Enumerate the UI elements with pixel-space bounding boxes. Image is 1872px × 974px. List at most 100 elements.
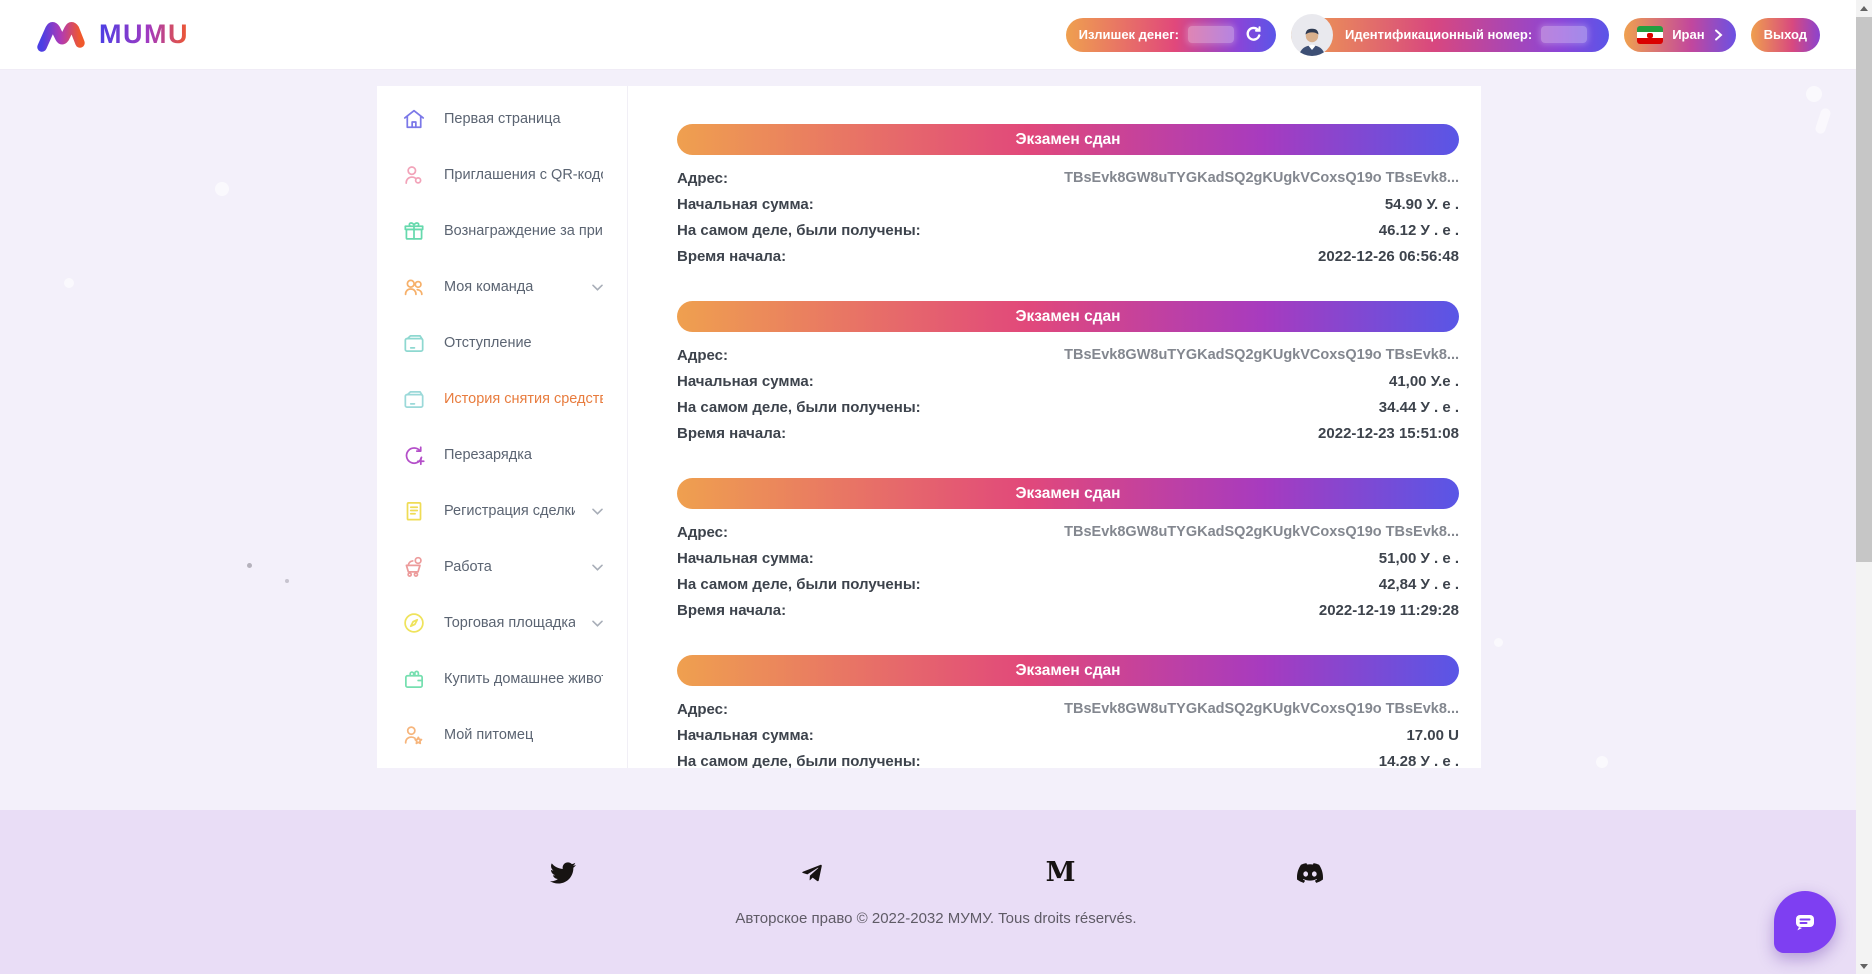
excess-money-value-blurred <box>1188 26 1234 43</box>
speck-dot <box>247 563 252 568</box>
sidebar-item-qr-invitations[interactable]: Приглашения с QR-кодом <box>377 147 627 203</box>
start-time-label: Время начала: <box>677 425 786 442</box>
sidebar-item-work[interactable]: Работа <box>377 539 627 595</box>
mining-cart-icon <box>400 554 427 581</box>
snow-dot <box>1596 756 1608 768</box>
excess-money-label: Излишек денег: <box>1079 27 1179 42</box>
withdrawal-record-card: Экзамен сдан Адрес: TBsEvk8GW8uTYGKadSQ2g… <box>677 478 1459 623</box>
start-time-label: Время начала: <box>677 602 786 619</box>
address-value: TBsEvk8GW8uTYGKadSQ2gKUgkVCoxsQ19o TBsEv… <box>1064 524 1459 540</box>
received-value: 46.12 У . е . <box>1379 222 1459 239</box>
team-icon <box>400 274 427 301</box>
received-label: На самом деле, были получены: <box>677 753 921 769</box>
received-label: На самом деле, были получены: <box>677 399 921 416</box>
recharge-icon <box>400 442 427 469</box>
footer: M Авторское право © 2022-2032 МУМУ. Tous… <box>0 810 1872 974</box>
sidebar-item-buy-pet[interactable]: Купить домашнее животное <box>377 651 627 707</box>
vertical-scrollbar[interactable] <box>1856 0 1872 974</box>
sidebar-item-label: Первая страница <box>444 111 603 127</box>
marketplace-compass-icon <box>400 610 427 637</box>
received-value: 34.44 У . е . <box>1379 399 1459 416</box>
excess-money-pill[interactable]: Излишек денег: <box>1066 18 1276 52</box>
sidebar-item-home[interactable]: Первая страница <box>377 91 627 147</box>
start-time-value: 2022-12-26 06:56:48 <box>1318 248 1459 265</box>
discord-icon[interactable] <box>1297 860 1323 886</box>
medium-glyph: M <box>1046 860 1076 886</box>
sidebar-item-label: Работа <box>444 559 575 575</box>
sidebar-item-label: Вознаграждение за приглаше <box>444 223 603 239</box>
sidebar-item-label: Мой питомец <box>444 727 603 743</box>
initial-amount-value: 54.90 У. е . <box>1385 196 1459 213</box>
address-label: Адрес: <box>677 170 728 187</box>
sidebar-item-label: Отступление <box>444 335 603 351</box>
snow-dot <box>64 278 74 288</box>
snow-dot <box>1494 638 1503 647</box>
medium-icon[interactable]: M <box>1048 860 1074 886</box>
status-banner: Экзамен сдан <box>677 655 1459 686</box>
sidebar: Первая страница Приглашения с QR-кодом В… <box>377 86 628 768</box>
my-pet-icon <box>400 722 427 749</box>
snow-dot <box>1806 86 1822 102</box>
sidebar-item-my-team[interactable]: Моя команда <box>377 259 627 315</box>
chevron-down-icon <box>592 284 603 291</box>
social-links: M <box>0 810 1872 886</box>
chevron-down-icon <box>592 620 603 627</box>
refresh-icon[interactable] <box>1244 25 1263 44</box>
received-value: 14.28 У . е . <box>1379 753 1459 769</box>
chat-bubble-icon <box>1790 908 1820 936</box>
chevron-right-icon <box>1714 29 1723 41</box>
snow-dot <box>215 182 229 196</box>
scroll-down-arrow[interactable] <box>1856 958 1872 974</box>
speck-dot <box>285 579 289 583</box>
top-bar: MUMU Излишек денег: Идентифи <box>0 0 1872 70</box>
sidebar-item-deal-registration[interactable]: Регистрация сделки <box>377 483 627 539</box>
initial-amount-value: 41,00 У.е . <box>1389 373 1459 390</box>
withdrawal-record-card: Экзамен сдан Адрес: TBsEvk8GW8uTYGKadSQ2g… <box>677 124 1459 269</box>
logo-wordmark: MUMU <box>99 19 189 50</box>
user-avatar <box>1291 14 1333 56</box>
snow-shape <box>1814 107 1832 135</box>
sidebar-item-label: История снятия средств <box>444 391 603 407</box>
telegram-icon[interactable] <box>799 860 825 886</box>
sidebar-item-recharge[interactable]: Перезарядка <box>377 427 627 483</box>
twitter-icon[interactable] <box>550 860 576 886</box>
main-panel: Первая страница Приглашения с QR-кодом В… <box>377 86 1481 768</box>
country-pill[interactable]: Иран <box>1624 18 1735 52</box>
sidebar-item-my-pet[interactable]: Мой питомец <box>377 707 627 763</box>
initial-amount-label: Начальная сумма: <box>677 550 814 567</box>
status-banner: Экзамен сдан <box>677 478 1459 509</box>
header-actions: Излишек денег: Идентификационный номер: <box>1066 18 1820 52</box>
withdrawal-history-list: Экзамен сдан Адрес: TBsEvk8GW8uTYGKadSQ2g… <box>629 86 1481 768</box>
initial-amount-value: 17.00 U <box>1406 727 1459 744</box>
sidebar-item-invite-reward[interactable]: Вознаграждение за приглаше <box>377 203 627 259</box>
gift-icon <box>400 218 427 245</box>
identification-number-label: Идентификационный номер: <box>1345 27 1532 42</box>
address-value: TBsEvk8GW8uTYGKadSQ2gKUgkVCoxsQ19o TBsEv… <box>1064 170 1459 186</box>
scroll-up-arrow[interactable] <box>1856 0 1872 16</box>
sidebar-item-label: Моя команда <box>444 279 575 295</box>
address-value: TBsEvk8GW8uTYGKadSQ2gKUgkVCoxsQ19o TBsEv… <box>1064 701 1459 717</box>
start-time-value: 2022-12-19 11:29:28 <box>1319 602 1459 619</box>
address-label: Адрес: <box>677 524 728 541</box>
withdrawal-record-card: Экзамен сдан Адрес:TBsEvk8GW8uTYGKadSQ2g… <box>677 301 1459 446</box>
chevron-down-icon <box>592 564 603 571</box>
received-label: На самом деле, были получены: <box>677 222 921 239</box>
scrollbar-thumb[interactable] <box>1856 17 1872 562</box>
status-banner: Экзамен сдан <box>677 301 1459 332</box>
sidebar-item-withdrawal[interactable]: Отступление <box>377 315 627 371</box>
logout-button[interactable]: Выход <box>1751 18 1820 52</box>
withdrawal-record-card: Экзамен сдан Адрес:TBsEvk8GW8uTYGKadSQ2g… <box>677 655 1459 768</box>
initial-amount-label: Начальная сумма: <box>677 373 814 390</box>
sidebar-item-withdrawal-history[interactable]: История снятия средств <box>377 371 627 427</box>
address-value: TBsEvk8GW8uTYGKadSQ2gKUgkVCoxsQ19o TBsEv… <box>1064 347 1459 363</box>
initial-amount-label: Начальная сумма: <box>677 727 814 744</box>
withdraw-history-icon <box>400 386 427 413</box>
mumu-logo[interactable]: MUMU <box>35 14 189 56</box>
sidebar-item-marketplace[interactable]: Торговая площадка <box>377 595 627 651</box>
mumu-logo-icon <box>35 14 87 56</box>
chat-widget-button[interactable] <box>1774 891 1836 953</box>
identification-number-pill[interactable]: Идентификационный номер: <box>1291 18 1609 52</box>
status-banner: Экзамен сдан <box>677 124 1459 155</box>
sidebar-item-label: Купить домашнее животное <box>444 671 603 687</box>
copyright-text: Авторское право © 2022-2032 МУМУ. Tous d… <box>0 910 1872 927</box>
